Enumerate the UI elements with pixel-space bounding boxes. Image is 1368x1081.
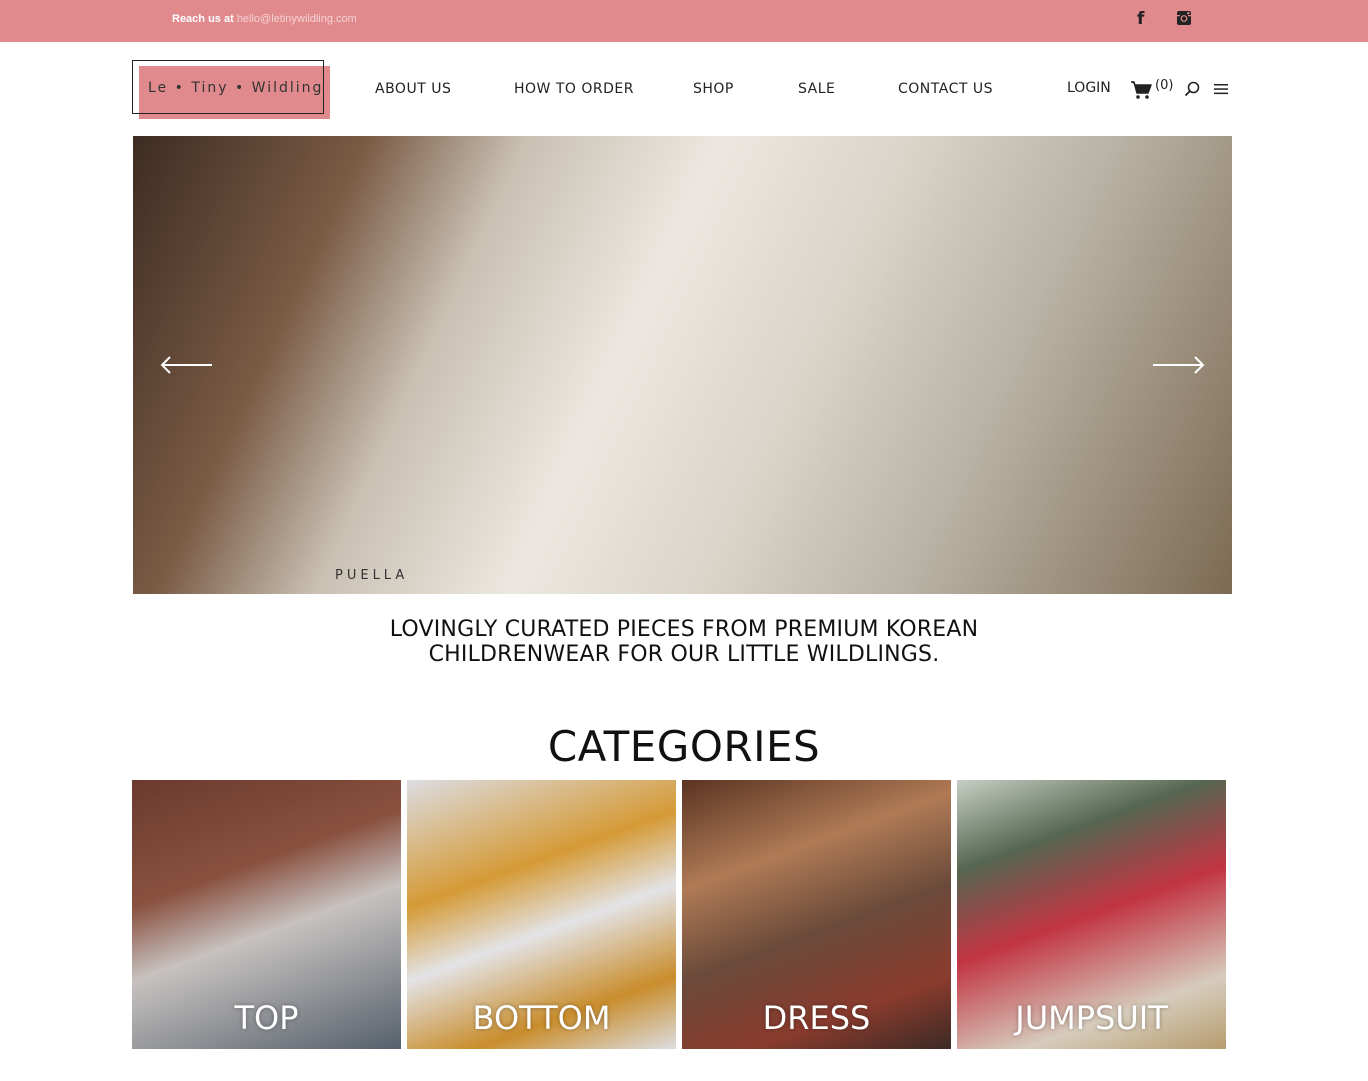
contact-line: Reach us at hello@letinywildling.com bbox=[172, 13, 357, 25]
email-link[interactable]: hello@letinywildling.com bbox=[237, 13, 357, 25]
hero-slider[interactable]: PUELLA bbox=[133, 136, 1232, 594]
reach-label: Reach us at bbox=[172, 13, 234, 25]
nav-shop[interactable]: SHOP bbox=[693, 81, 734, 97]
cart-icon[interactable] bbox=[1130, 80, 1152, 100]
search-icon[interactable] bbox=[1184, 81, 1200, 97]
instagram-icon[interactable] bbox=[1176, 10, 1192, 26]
top-bar: Reach us at hello@letinywildling.com f bbox=[0, 0, 1368, 42]
login-link[interactable]: LOGIN bbox=[1067, 80, 1111, 96]
nav-sale[interactable]: SALE bbox=[798, 81, 835, 97]
nav-about-us[interactable]: ABOUT US bbox=[375, 81, 451, 97]
tagline-line-1: LOVINGLY CURATED PIECES FROM PREMIUM KOR… bbox=[389, 617, 979, 642]
menu-icon[interactable] bbox=[1214, 83, 1228, 95]
category-card-top[interactable]: TOP bbox=[132, 780, 401, 1049]
tagline-line-2: CHILDRENWEAR FOR OUR LITTLE WILDLINGS. bbox=[428, 642, 940, 667]
cart-count[interactable]: (0) bbox=[1155, 78, 1173, 93]
category-label: TOP bbox=[234, 999, 299, 1037]
nav-contact-us[interactable]: CONTACT US bbox=[898, 81, 993, 97]
category-card-bottom[interactable]: BOTTOM bbox=[407, 780, 676, 1049]
arrow-left-icon[interactable] bbox=[160, 355, 212, 375]
logo-text: Le • Tiny • Wildling bbox=[148, 80, 324, 96]
tagline: LOVINGLY CURATED PIECES FROM PREMIUM KOR… bbox=[0, 617, 1368, 667]
category-label: BOTTOM bbox=[472, 999, 611, 1037]
category-card-jumpsuit[interactable]: JUMPSUIT bbox=[957, 780, 1226, 1049]
arrow-right-icon[interactable] bbox=[1153, 355, 1205, 375]
facebook-icon[interactable]: f bbox=[1137, 9, 1144, 29]
category-label: JUMPSUIT bbox=[1015, 999, 1168, 1037]
site-logo[interactable]: Le • Tiny • Wildling bbox=[132, 60, 330, 120]
nav-how-to-order[interactable]: HOW TO ORDER bbox=[514, 81, 634, 97]
category-label: DRESS bbox=[762, 999, 871, 1037]
categories-title: CATEGORIES bbox=[547, 722, 821, 771]
category-card-dress[interactable]: DRESS bbox=[682, 780, 951, 1049]
hero-watermark: PUELLA bbox=[335, 568, 409, 583]
